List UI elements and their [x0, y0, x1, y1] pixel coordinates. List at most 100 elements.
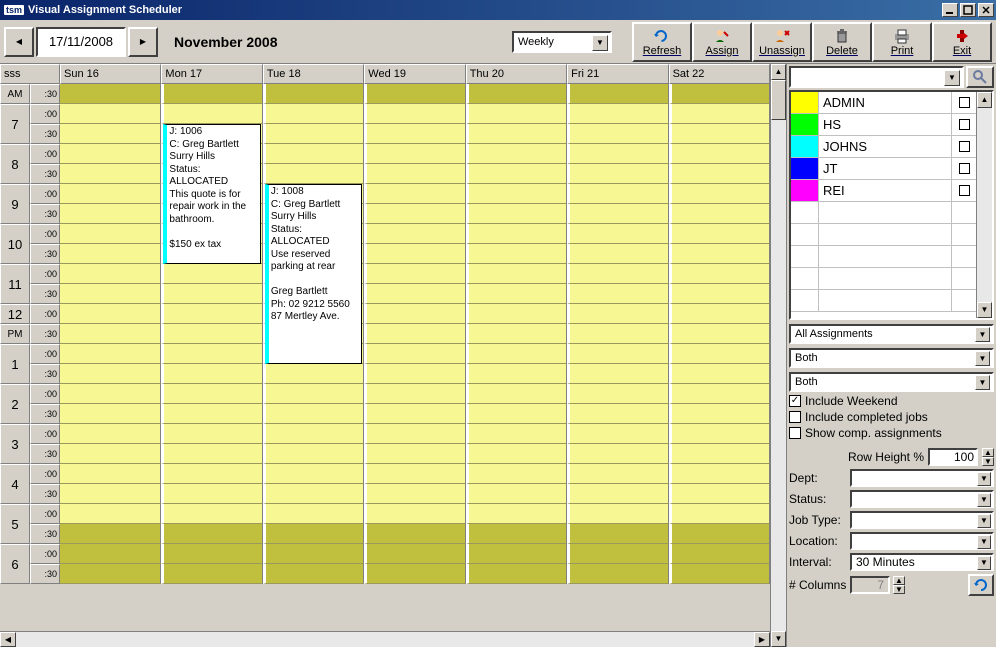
- calendar-cell[interactable]: [669, 484, 770, 504]
- calendar-cell[interactable]: [60, 404, 161, 424]
- calendar-cell[interactable]: [669, 224, 770, 244]
- employee-row[interactable]: JT: [791, 158, 976, 180]
- calendar-cell[interactable]: [161, 564, 262, 584]
- calendar-cell[interactable]: [364, 304, 465, 324]
- calendar-cell[interactable]: [263, 564, 364, 584]
- both-filter-2-select[interactable]: Both ▼: [789, 372, 994, 392]
- search-button[interactable]: [966, 66, 994, 88]
- calendar-cell[interactable]: [364, 484, 465, 504]
- both-filter-1-select[interactable]: Both ▼: [789, 348, 994, 368]
- employee-list-scrollbar[interactable]: ▲ ▼: [976, 92, 992, 318]
- calendar-cell[interactable]: [466, 144, 567, 164]
- calendar-cell[interactable]: [364, 244, 465, 264]
- appointment-card[interactable]: J: 1008 C: Greg Bartlett Surry Hills Sta…: [265, 184, 362, 364]
- calendar-cell[interactable]: [669, 464, 770, 484]
- print-button[interactable]: Print: [872, 22, 932, 62]
- scroll-right-button[interactable]: ▶: [754, 632, 770, 647]
- horizontal-scrollbar[interactable]: ◀ ▶: [0, 631, 770, 647]
- calendar-cell[interactable]: [161, 84, 262, 104]
- calendar-cell[interactable]: [161, 304, 262, 324]
- day-header[interactable]: Sun 16: [60, 64, 161, 84]
- calendar-cell[interactable]: [567, 204, 668, 224]
- employee-visible-checkbox[interactable]: [959, 185, 970, 196]
- employee-visible-checkbox[interactable]: [959, 141, 970, 152]
- calendar-cell[interactable]: [466, 224, 567, 244]
- next-date-button[interactable]: ▶: [128, 27, 158, 57]
- calendar-cell[interactable]: [263, 424, 364, 444]
- calendar-cell[interactable]: [466, 104, 567, 124]
- calendar-cell[interactable]: [567, 424, 668, 444]
- calendar-cell[interactable]: [60, 424, 161, 444]
- calendar-cell[interactable]: [669, 444, 770, 464]
- calendar-cell[interactable]: [60, 144, 161, 164]
- calendar-cell[interactable]: [567, 284, 668, 304]
- calendar-cell[interactable]: [466, 464, 567, 484]
- exit-button[interactable]: Exit: [932, 22, 992, 62]
- calendar-cell[interactable]: [364, 544, 465, 564]
- calendar-cell[interactable]: [567, 344, 668, 364]
- calendar-cell[interactable]: [60, 364, 161, 384]
- calendar-cell[interactable]: [60, 304, 161, 324]
- calendar-cell[interactable]: [567, 364, 668, 384]
- employee-visible-checkbox[interactable]: [959, 97, 970, 108]
- calendar-cell[interactable]: [60, 224, 161, 244]
- refresh-button[interactable]: Refresh: [632, 22, 692, 62]
- calendar-cell[interactable]: [669, 264, 770, 284]
- calendar-cell[interactable]: [263, 484, 364, 504]
- calendar-cell[interactable]: [364, 184, 465, 204]
- calendar-cell[interactable]: [60, 524, 161, 544]
- calendar-cell[interactable]: [364, 564, 465, 584]
- assignments-filter-select[interactable]: All Assignments ▼: [789, 324, 994, 344]
- calendar-cell[interactable]: [669, 204, 770, 224]
- status-select[interactable]: ▼: [850, 490, 994, 508]
- maximize-button[interactable]: [960, 3, 976, 17]
- calendar-cell[interactable]: [466, 564, 567, 584]
- calendar-cell[interactable]: [60, 344, 161, 364]
- row-height-spinner[interactable]: ▲▼: [982, 448, 994, 466]
- calendar-cell[interactable]: [567, 184, 668, 204]
- calendar-cell[interactable]: [60, 504, 161, 524]
- day-header[interactable]: Fri 21: [567, 64, 668, 84]
- show-comp-checkbox[interactable]: [789, 427, 801, 439]
- scroll-left-button[interactable]: ◀: [0, 632, 16, 647]
- calendar-cell[interactable]: [466, 384, 567, 404]
- calendar-cell[interactable]: [60, 204, 161, 224]
- calendar-cell[interactable]: [466, 344, 567, 364]
- calendar-cell[interactable]: [466, 304, 567, 324]
- day-header[interactable]: Tue 18: [263, 64, 364, 84]
- columns-spinner[interactable]: ▲ ▼: [893, 576, 905, 594]
- calendar-cell[interactable]: [466, 544, 567, 564]
- calendar-cell[interactable]: [567, 224, 668, 244]
- calendar-cell[interactable]: [567, 324, 668, 344]
- interval-select[interactable]: 30 Minutes▼: [850, 553, 994, 571]
- calendar-cell[interactable]: [466, 324, 567, 344]
- scroll-down-button[interactable]: ▼: [771, 631, 786, 647]
- calendar-cell[interactable]: [161, 104, 262, 124]
- calendar-cell[interactable]: [263, 164, 364, 184]
- calendar-cell[interactable]: [466, 364, 567, 384]
- calendar-cell[interactable]: [364, 284, 465, 304]
- calendar-cell[interactable]: [263, 544, 364, 564]
- calendar-cell[interactable]: [669, 544, 770, 564]
- calendar-cell[interactable]: [60, 324, 161, 344]
- calendar-cell[interactable]: [466, 84, 567, 104]
- calendar-cell[interactable]: [466, 184, 567, 204]
- close-button[interactable]: [978, 3, 994, 17]
- calendar-cell[interactable]: [263, 444, 364, 464]
- calendar-cell[interactable]: [466, 424, 567, 444]
- row-height-input[interactable]: 100: [928, 448, 978, 466]
- employee-row[interactable]: REI: [791, 180, 976, 202]
- calendar-cell[interactable]: [364, 124, 465, 144]
- calendar-cell[interactable]: [567, 164, 668, 184]
- prev-date-button[interactable]: ◀: [4, 27, 34, 57]
- calendar-cell[interactable]: [263, 124, 364, 144]
- calendar-cell[interactable]: [567, 484, 668, 504]
- calendar-cell[interactable]: [364, 264, 465, 284]
- view-mode-select[interactable]: Weekly ▼: [512, 31, 612, 53]
- calendar-cell[interactable]: [669, 404, 770, 424]
- calendar-cell[interactable]: [567, 244, 668, 264]
- chevron-down-icon[interactable]: ▼: [592, 35, 608, 51]
- calendar-cell[interactable]: [466, 264, 567, 284]
- calendar-cell[interactable]: [161, 264, 262, 284]
- calendar-cell[interactable]: [669, 364, 770, 384]
